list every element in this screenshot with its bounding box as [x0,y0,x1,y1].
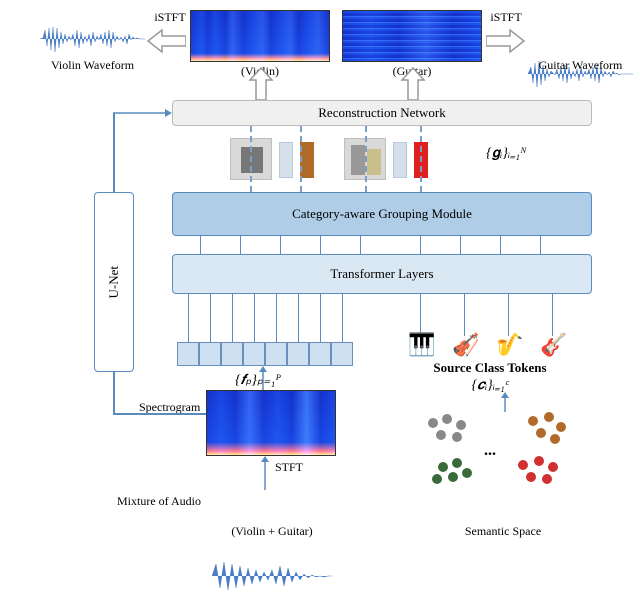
patch [331,342,353,366]
unet-label: U-Net [106,266,122,299]
reconstruction-label: Reconstruction Network [318,105,445,121]
violin-wave-label: Violin Waveform [40,58,145,73]
spectrogram-mixture [206,390,336,456]
grouping-block: Category-aware Grouping Module [172,192,592,236]
patch [287,342,309,366]
stft-label: STFT [275,460,303,475]
patch [177,342,199,366]
arrow-unet-to-recon [113,107,173,119]
istft-right-label: iSTFT [486,10,526,25]
gi-col-1b [300,142,314,178]
token-icon-guitar: 🎸 [540,332,567,358]
arrow-up-right [400,66,426,100]
source-tokens-label: Source Class Tokens [400,360,580,376]
patch-row [177,342,353,366]
arrow-semantic-to-tokens [498,392,512,412]
arrow-istft-left [146,28,186,54]
mixture-waveform [212,560,332,592]
gi-symbol: {𝐠ᵢ}ᵢ₌₁ᴺ [486,146,526,162]
violin-waveform [40,22,145,57]
spectrogram-guitar [342,10,482,62]
arrow-up-left [248,66,274,100]
guitar-wave-label: Guitar Waveform [528,58,633,73]
ci-symbol: {𝒄ᵢ}ᵢ₌₁ᶜ [400,378,580,394]
unet-block: U-Net [94,192,134,372]
patch [243,342,265,366]
transformer-label: Transformer Layers [330,266,433,282]
transformer-block: Transformer Layers [172,254,592,294]
gi-col-1a [279,142,293,178]
patch [199,342,221,366]
token-icon-violin: 🎻 [452,332,479,358]
token-icon-piano: 🎹 [408,332,435,358]
spectrogram-violin [190,10,330,62]
token-icon-sax: 🎷 [496,332,523,358]
gi-row [230,138,530,186]
reconstruction-block: Reconstruction Network [172,100,592,126]
semantic-space-label: Semantic Space [418,524,588,539]
patch [309,342,331,366]
patch [265,342,287,366]
istft-left-label: iSTFT [150,10,190,25]
patch [221,342,243,366]
arrow-istft-right [486,28,526,54]
grouping-label: Category-aware Grouping Module [292,206,472,222]
mixture-caption: (Violin + Guitar) [212,524,332,539]
dots-ellipsis: ... [484,442,496,460]
semantic-space: ... [418,412,588,512]
gi-col-2a [393,142,407,178]
arrow-spec-to-patches [256,366,270,390]
arrow-stft [258,456,272,490]
mixture-label: Mixture of Audio [117,494,201,509]
